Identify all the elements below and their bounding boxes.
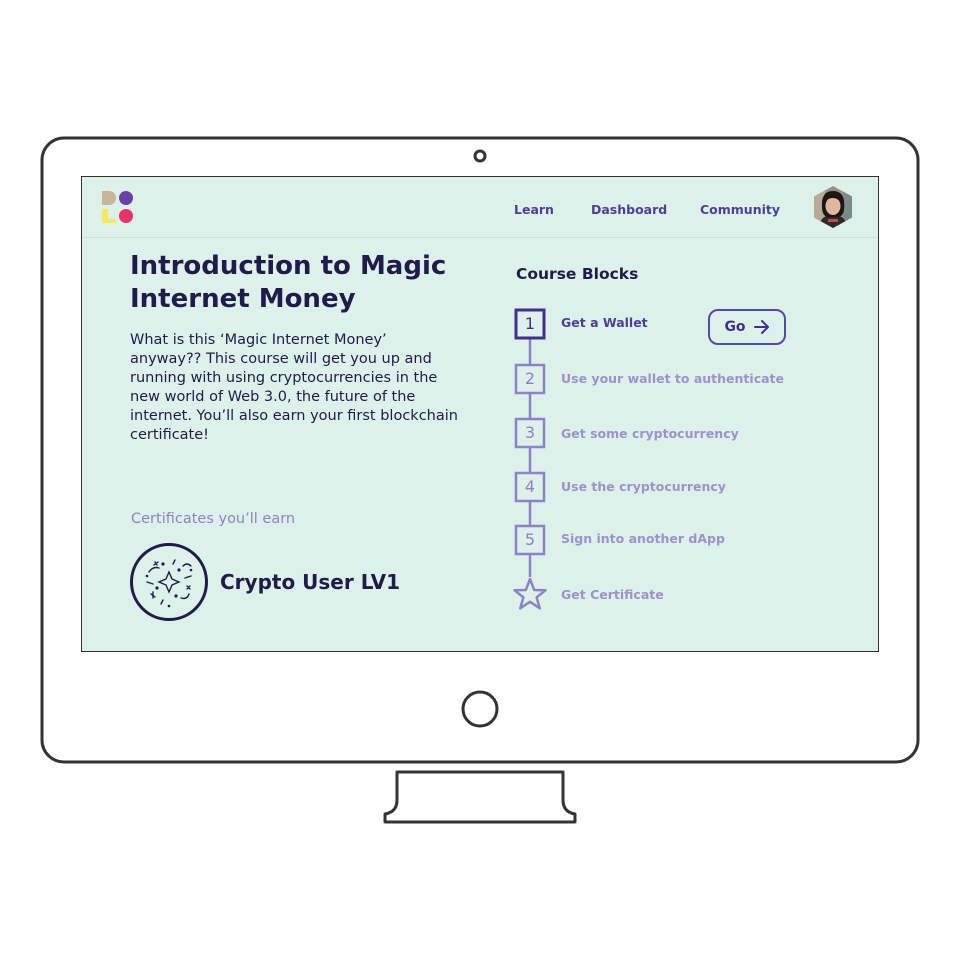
monitor-stand	[383, 770, 577, 824]
step-2-label[interactable]: Use your wallet to authenticate	[561, 371, 784, 386]
step-2-number[interactable]: 2	[515, 364, 545, 394]
step-1-number[interactable]: 1	[515, 309, 545, 339]
nav-dashboard-link[interactable]: Dashboard	[591, 202, 667, 217]
certificate-name: Crypto User LV1	[220, 570, 401, 594]
go-button[interactable]: Go	[708, 309, 786, 345]
step-3-label[interactable]: Get some cryptocurrency	[561, 426, 739, 441]
step-5-number[interactable]: 5	[515, 525, 545, 555]
app-screen: Learn Dashboard Community Introduction t…	[82, 177, 878, 651]
course-blocks-heading: Course Blocks	[516, 265, 639, 283]
nav-community-link[interactable]: Community	[700, 202, 780, 217]
arrow-right-icon	[753, 320, 769, 334]
nav-learn-link[interactable]: Learn	[514, 202, 554, 217]
step-4-label[interactable]: Use the cryptocurrency	[561, 479, 726, 494]
certificate-badge-icon[interactable]	[129, 542, 209, 622]
course-title: Introduction to Magic Internet Money	[130, 251, 447, 314]
step-5-label[interactable]: Sign into another dApp	[561, 531, 725, 546]
certificates-heading: Certificates you’ll earn	[131, 511, 296, 527]
avatar[interactable]	[811, 185, 855, 229]
top-navigation: Learn Dashboard Community	[82, 177, 878, 238]
step-3-number[interactable]: 3	[515, 418, 545, 448]
step-4-number[interactable]: 4	[515, 472, 545, 502]
star-icon	[513, 577, 547, 610]
brand-logo-icon[interactable]	[100, 189, 136, 225]
course-description: What is this ‘Magic Internet Money’ anyw…	[130, 332, 458, 443]
go-button-label: Go	[724, 319, 746, 335]
get-certificate-label[interactable]: Get Certificate	[561, 587, 664, 602]
step-1-label[interactable]: Get a Wallet	[561, 315, 648, 330]
